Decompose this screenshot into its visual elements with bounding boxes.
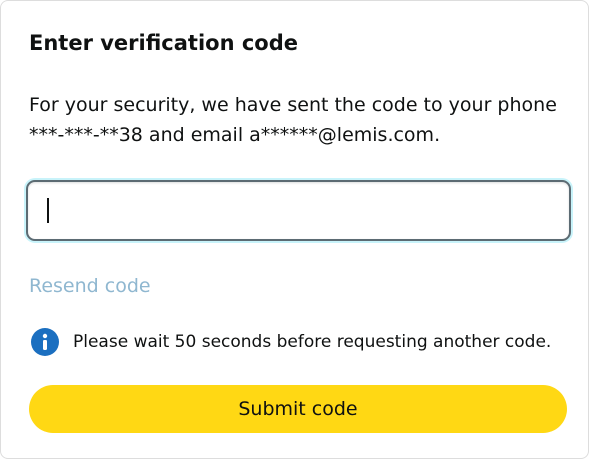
submit-code-button[interactable]: Submit code xyxy=(29,385,567,433)
info-icon xyxy=(31,328,59,356)
resend-code-link[interactable]: Resend code xyxy=(29,272,151,300)
wait-notice: Please wait 50 seconds before requesting… xyxy=(31,327,551,357)
verification-card: Enter verification code For your securit… xyxy=(0,0,589,459)
dialog-title: Enter verification code xyxy=(29,31,298,55)
verification-code-input[interactable] xyxy=(28,182,569,239)
code-input-container[interactable] xyxy=(26,180,571,241)
verification-description: For your security, we have sent the code… xyxy=(29,94,557,146)
text-caret xyxy=(47,198,49,223)
wait-notice-text: Please wait 50 seconds before requesting… xyxy=(73,332,552,352)
